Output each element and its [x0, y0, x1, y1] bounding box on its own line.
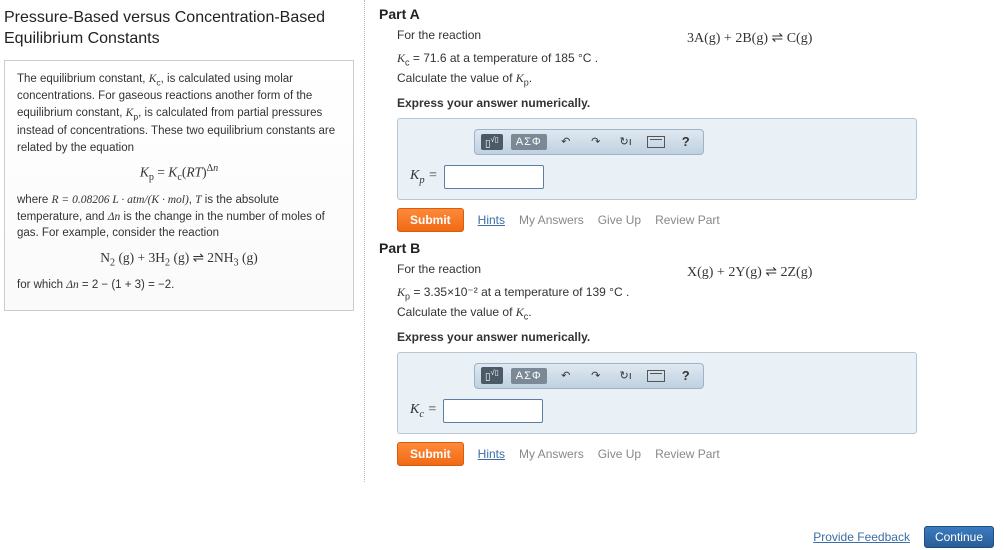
fraction-template-icon[interactable]: ▯√▯	[481, 367, 503, 383]
provide-feedback-link[interactable]: Provide Feedback	[813, 530, 910, 544]
equation-n2-h2: N2 (g) + 3H2 (g) ⇌ 2NH3 (g)	[17, 248, 341, 271]
text: Calculate the value of	[397, 71, 516, 85]
reading-para-1: The equilibrium constant, Kc, is calcula…	[17, 71, 341, 157]
part-a-answer-input[interactable]	[444, 165, 544, 189]
part-a-header: Part A	[379, 6, 996, 22]
text: .	[528, 305, 531, 319]
part-a-calc-line: Calculate the value of Kp.	[397, 71, 996, 87]
text: .	[529, 71, 532, 85]
text: The equilibrium constant,	[17, 73, 149, 85]
part-a-toolbar: ▯√▯ ΑΣΦ ↶ ↷ ↻ı ?	[474, 129, 704, 155]
help-icon[interactable]: ?	[675, 133, 697, 151]
part-a-for-reaction: For the reaction	[397, 28, 687, 42]
part-a-hints-link[interactable]: Hints	[478, 213, 505, 227]
part-a-give-up-link[interactable]: Give Up	[598, 213, 641, 227]
part-a-submit-button[interactable]: Submit	[397, 208, 464, 232]
continue-button[interactable]: Continue	[924, 526, 994, 548]
text: Calculate the value of	[397, 305, 516, 319]
part-b-review-link[interactable]: Review Part	[655, 447, 720, 461]
help-icon[interactable]: ?	[675, 367, 697, 385]
r-const: R = 0.08206 L · atm/(K · mol)	[52, 194, 189, 206]
text: for which	[17, 279, 66, 291]
part-b-toolbar: ▯√▯ ΑΣΦ ↶ ↷ ↻ı ?	[474, 363, 704, 389]
redo-icon[interactable]: ↷	[585, 367, 607, 385]
fraction-template-icon[interactable]: ▯√▯	[481, 134, 503, 150]
reset-icon[interactable]: ↻ı	[615, 133, 637, 151]
keyboard-icon[interactable]	[645, 367, 667, 385]
text: = 3.35×10⁻² at a temperature of 139 °C .	[410, 285, 629, 299]
redo-icon[interactable]: ↷	[585, 133, 607, 151]
part-b-input-label: Kc =	[410, 402, 437, 420]
text: K	[516, 305, 524, 319]
greek-symbols-button[interactable]: ΑΣΦ	[511, 368, 547, 384]
reading-para-3: for which Δn = 2 − (1 + 3) = −2.	[17, 277, 341, 294]
reading-para-2: where R = 0.08206 L · atm/(K · mol), T i…	[17, 192, 341, 242]
part-a-answer-area: ▯√▯ ΑΣΦ ↶ ↷ ↻ı ? Kp =	[397, 118, 917, 200]
text: K	[397, 51, 405, 65]
text: K	[516, 71, 524, 85]
text: = 71.6 at a temperature of 185 °C .	[410, 51, 599, 65]
footer: Provide Feedback Continue	[0, 524, 1004, 550]
part-b-my-answers-link[interactable]: My Answers	[519, 447, 584, 461]
part-b-hints-link[interactable]: Hints	[478, 447, 505, 461]
part-b-answer-area: ▯√▯ ΑΣΦ ↶ ↷ ↻ı ? Kc =	[397, 352, 917, 434]
part-a-my-answers-link[interactable]: My Answers	[519, 213, 584, 227]
part-b-for-reaction: For the reaction	[397, 262, 687, 276]
part-b-reaction-eq: X(g) + 2Y(g) ⇌ 2Z(g)	[687, 262, 812, 281]
undo-icon[interactable]: ↶	[555, 367, 577, 385]
part-a-reaction-eq: 3A(g) + 2B(g) ⇌ C(g)	[687, 28, 812, 47]
dn-var: Δn	[108, 211, 121, 223]
greek-symbols-button[interactable]: ΑΣΦ	[511, 134, 547, 150]
part-a-kc-line: Kc = 71.6 at a temperature of 185 °C .	[397, 51, 996, 67]
part-a-express: Express your answer numerically.	[397, 96, 996, 110]
text: where	[17, 194, 52, 206]
undo-icon[interactable]: ↶	[555, 133, 577, 151]
part-b-answer-input[interactable]	[443, 399, 543, 423]
part-b-express: Express your answer numerically.	[397, 330, 996, 344]
keyboard-icon[interactable]	[645, 133, 667, 151]
part-b-submit-button[interactable]: Submit	[397, 442, 464, 466]
part-a-review-link[interactable]: Review Part	[655, 213, 720, 227]
part-b-give-up-link[interactable]: Give Up	[598, 447, 641, 461]
part-b-header: Part B	[379, 240, 996, 256]
reset-icon[interactable]: ↻ı	[615, 367, 637, 385]
part-a-input-label: Kp =	[410, 168, 438, 186]
text: K	[397, 285, 405, 299]
reading-box: The equilibrium constant, Kc, is calcula…	[4, 60, 354, 312]
part-b-kp-line: Kp = 3.35×10⁻² at a temperature of 139 °…	[397, 285, 996, 301]
equation-kp-kc: Kp = Kc(RT)Δn	[17, 162, 341, 186]
part-b-calc-line: Calculate the value of Kc.	[397, 305, 996, 321]
page-title: Pressure-Based versus Concentration-Base…	[4, 8, 354, 50]
